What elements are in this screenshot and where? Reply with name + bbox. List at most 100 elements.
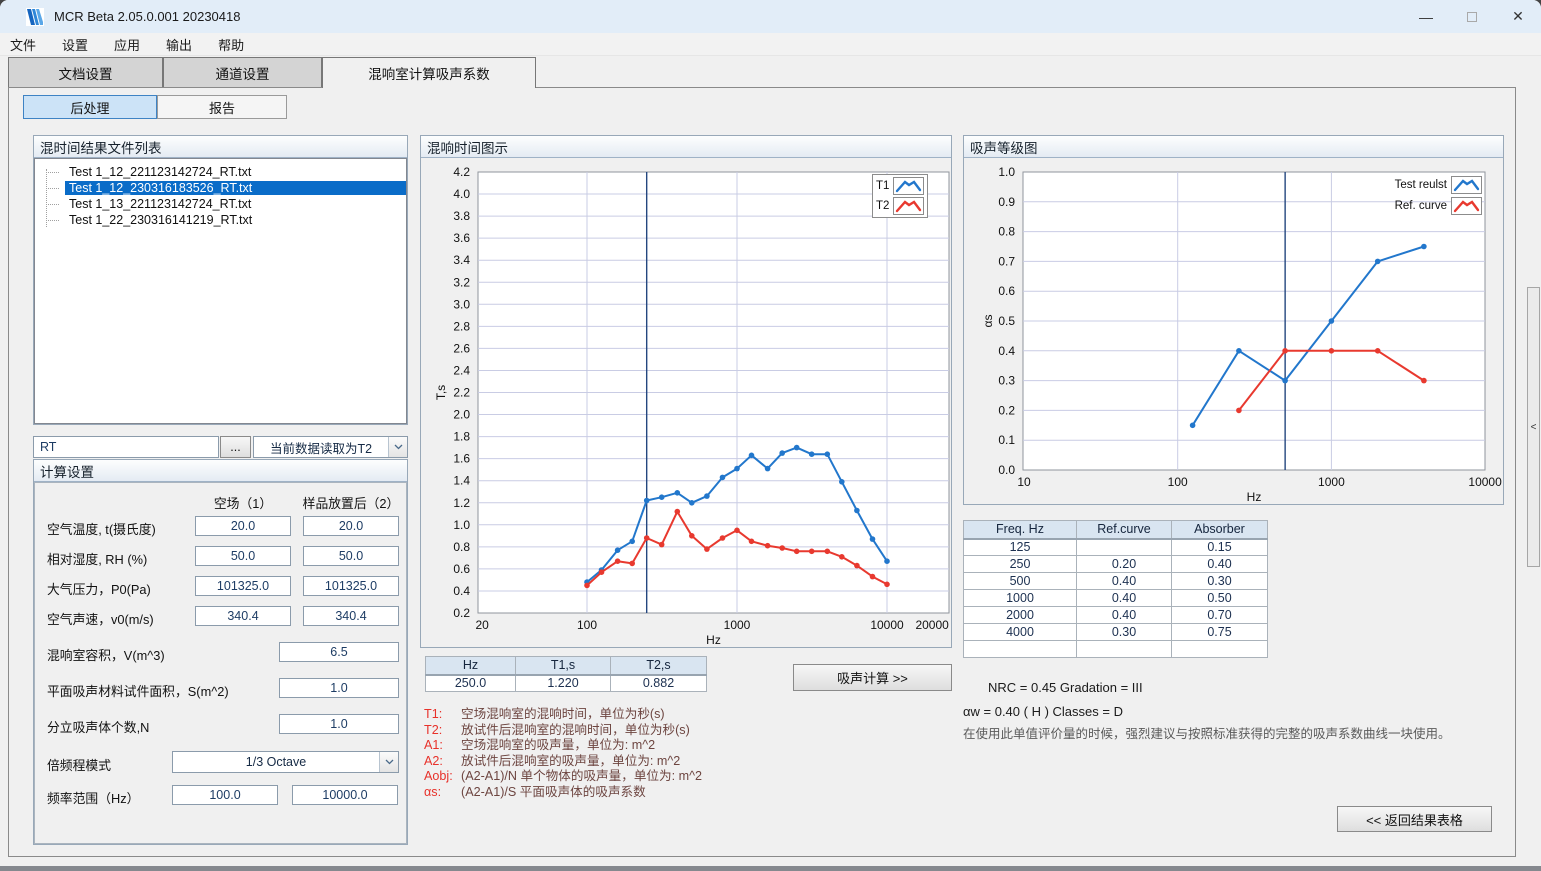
list-item[interactable]: Test 1_12_221123142724_RT.txt <box>35 164 406 180</box>
menu-item-3[interactable]: 输出 <box>166 33 204 56</box>
data-table[interactable]: HzT1,sT2,s250.01.2200.882 <box>425 656 707 692</box>
label-air-temp: 空气温度, t(摄氏度) <box>47 519 156 538</box>
annotation-text: 放试件后混响室的混响时间，单位为秒(s) <box>461 723 690 739</box>
label-octave-mode: 倍频程模式 <box>47 755 111 774</box>
table-cell: 0.40 <box>1077 573 1172 590</box>
svg-text:1.4: 1.4 <box>453 474 470 488</box>
absorber-count-input[interactable] <box>279 714 399 734</box>
main-tab-0[interactable]: 文档设置 <box>8 57 163 88</box>
annotation-line-0: T1:空场混响室的混响时间，单位为秒(s) <box>424 707 702 723</box>
rt-name-input[interactable] <box>33 436 219 458</box>
label-freq-range: 频率范围（Hz） <box>47 788 139 807</box>
svg-text:Hz: Hz <box>1247 490 1262 503</box>
sound-speed-2-input[interactable] <box>303 606 399 626</box>
humidity-2-input[interactable] <box>303 546 399 566</box>
table-cell <box>1077 641 1172 658</box>
svg-text:Hz: Hz <box>706 633 721 646</box>
absorb-calc-button[interactable]: 吸声计算 >> <box>793 664 952 691</box>
svg-text:1.6: 1.6 <box>453 452 470 466</box>
svg-text:4.0: 4.0 <box>453 187 470 201</box>
rt-chart-title: 混响时间图示 <box>427 137 508 157</box>
svg-text:0.4: 0.4 <box>453 584 470 598</box>
svg-text:0.4: 0.4 <box>998 344 1015 358</box>
tab-report[interactable]: 报告 <box>157 95 287 119</box>
legend-label: T1 <box>876 180 889 192</box>
svg-text:10000: 10000 <box>870 618 904 632</box>
table-cell: 0.75 <box>1172 624 1268 641</box>
table-cell: 125 <box>964 539 1077 556</box>
browse-button-label: ... <box>230 440 240 454</box>
svg-text:0.3: 0.3 <box>998 374 1015 388</box>
annotation-label: T1: <box>424 707 461 723</box>
air-temp-1-input[interactable] <box>195 516 291 536</box>
data-target-dropdown[interactable]: 当前数据读取为T2 <box>253 436 408 458</box>
svg-text:0.1: 0.1 <box>998 433 1015 447</box>
close-button[interactable]: ✕ <box>1495 0 1541 33</box>
list-item[interactable]: Test 1_13_221123142724_RT.txt <box>35 196 406 212</box>
table-cell: 500 <box>964 573 1077 590</box>
svg-text:0.8: 0.8 <box>998 225 1015 239</box>
tab-postprocess[interactable]: 后处理 <box>23 95 157 119</box>
table-cell: 0.30 <box>1077 624 1172 641</box>
tab-postprocess-label: 后处理 <box>70 98 109 117</box>
octave-mode-value: 1/3 Octave <box>173 755 379 769</box>
octave-mode-dropdown[interactable]: 1/3 Octave <box>172 751 399 773</box>
main-tabs: 文档设置通道设置混响室计算吸声系数 <box>8 57 536 88</box>
svg-text:1.0: 1.0 <box>453 518 470 532</box>
annotation-label: T2: <box>424 723 461 739</box>
svg-text:0.0: 0.0 <box>998 463 1015 477</box>
menu-item-2[interactable]: 应用 <box>114 33 152 56</box>
room-volume-input[interactable] <box>279 642 399 662</box>
series-curve-icon <box>1451 176 1482 194</box>
pressure-1-input[interactable] <box>195 576 291 596</box>
svg-text:0.6: 0.6 <box>453 562 470 576</box>
collapse-panel-handle[interactable]: < <box>1527 287 1540 567</box>
annotation-text: 放试件后混响室的吸声量，单位为: m^2 <box>461 754 680 770</box>
chevron-down-icon[interactable] <box>388 437 407 457</box>
menu-item-4[interactable]: 帮助 <box>218 33 256 56</box>
table-cell <box>964 641 1077 658</box>
file-list-group: 混时间结果文件列表 Test 1_12_221123142724_RT.txtT… <box>33 135 408 425</box>
grade-chart-title: 吸声等级图 <box>970 137 1038 157</box>
svg-text:2.0: 2.0 <box>453 408 470 422</box>
window-title: MCR Beta 2.05.0.001 20230418 <box>54 9 240 24</box>
air-temp-2-input[interactable] <box>303 516 399 536</box>
main-tab-2[interactable]: 混响室计算吸声系数 <box>322 57 536 88</box>
svg-text:1.2: 1.2 <box>453 496 470 510</box>
sample-area-input[interactable] <box>279 678 399 698</box>
label-absorber-count: 分立吸声体个数,N <box>47 717 149 736</box>
svg-text:20000: 20000 <box>915 618 949 632</box>
alpha-w-result: αw = 0.40 ( H ) Classes = D <box>963 704 1123 719</box>
svg-text:4.2: 4.2 <box>453 165 470 179</box>
list-item[interactable]: Test 1_12_230316183526_RT.txt <box>35 180 406 196</box>
list-item[interactable]: Test 1_22_230316141219_RT.txt <box>35 212 406 228</box>
svg-text:0.2: 0.2 <box>998 403 1015 417</box>
browse-button[interactable]: ... <box>220 436 251 458</box>
table-cell <box>1077 539 1172 556</box>
svg-text:100: 100 <box>1168 475 1188 489</box>
app-logo-icon <box>26 8 44 26</box>
calc-settings-body: 空场（1） 样品放置后（2） 空气温度, t(摄氏度) 相对湿度, RH (%)… <box>34 482 407 844</box>
chevron-down-icon[interactable] <box>379 752 398 772</box>
menu-item-0[interactable]: 文件 <box>10 33 48 56</box>
menu-item-1[interactable]: 设置 <box>62 33 100 56</box>
humidity-1-input[interactable] <box>195 546 291 566</box>
table-cell: 0.40 <box>1077 607 1172 624</box>
file-name: Test 1_12_230316183526_RT.txt <box>65 181 406 195</box>
main-tab-1[interactable]: 通道设置 <box>163 57 322 88</box>
pressure-2-input[interactable] <box>303 576 399 596</box>
file-list[interactable]: Test 1_12_221123142724_RT.txtTest 1_12_2… <box>34 158 407 424</box>
absorb-calc-button-label: 吸声计算 >> <box>837 668 908 687</box>
back-to-results-button[interactable]: << 返回结果表格 <box>1337 806 1492 832</box>
table-header: Ref.curve <box>1077 521 1172 539</box>
freq-range-low-input[interactable] <box>172 785 278 805</box>
minimize-button[interactable]: — <box>1403 0 1449 33</box>
freq-range-high-input[interactable] <box>292 785 398 805</box>
legend-label: T2 <box>876 200 889 212</box>
data-table[interactable]: Freq. HzRef.curveAbsorber1250.152500.200… <box>963 520 1268 658</box>
sound-speed-1-input[interactable] <box>195 606 291 626</box>
rt-chart[interactable]: 0.20.40.60.81.01.21.41.61.82.02.22.42.62… <box>421 157 951 646</box>
maximize-button[interactable] <box>1449 0 1495 33</box>
annotation-text: (A2-A1)/N 单个物体的吸声量，单位为: m^2 <box>461 769 702 785</box>
label-sample-area: 平面吸声材料试件面积，S(m^2) <box>47 681 229 700</box>
